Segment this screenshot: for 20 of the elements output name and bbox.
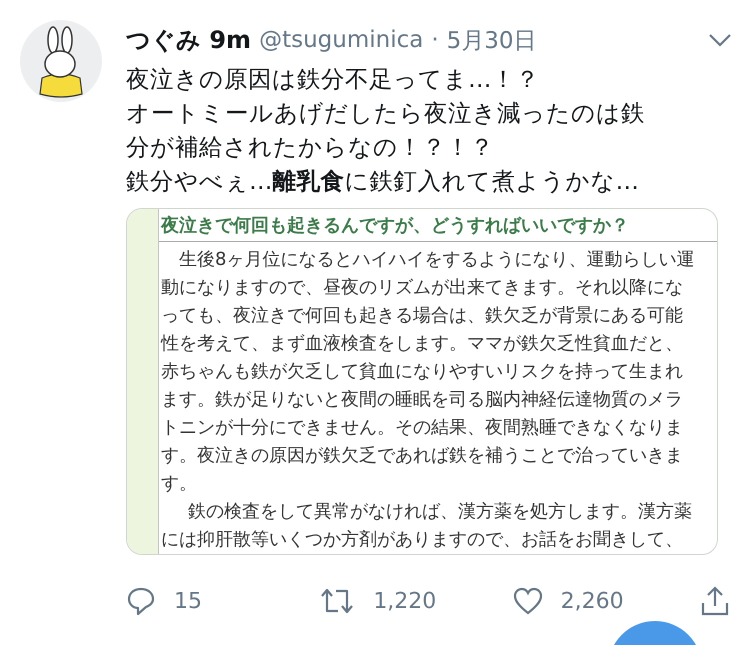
display-name[interactable]: つぐみ 9m	[126, 24, 252, 56]
retweet-count: 1,220	[373, 588, 436, 614]
tweet-text: 鉄分やべぇ…離乳食に鉄釘入れて煮ようかな…	[126, 166, 640, 197]
retweet-icon[interactable]	[319, 586, 356, 616]
share-icon[interactable]	[700, 585, 730, 617]
tweet-text: 夜泣きの原因は鉄分不足ってま…！？	[126, 64, 540, 95]
document-paragraph: 生後8ヶ月位になるとハイハイをするようになり、運動らしい運動になりますので、昼夜のリズムが出来てきます。それ以降になっても、夜泣きで何回も起きる場合は、鉄欠乏が背景にある可能性を考えて、まず血液検査をします。ママが鉄欠乏性貧血だと、赤ちゃんも鉄が欠乏して貧血になりやすいリスクを持って生まれます。鉄が足りないと夜間の睡眠を司る脳内神経伝達物質のメラトニンが十分にできません。その結果、夜間熟睡できなくなります。夜泣きの原因が鉄欠乏であれば鉄を補うことで治っていきます。	[160, 248, 696, 496]
tweet-date[interactable]: 5月30日	[446, 24, 537, 56]
like-count: 2,260	[560, 588, 624, 614]
chevron-down-icon[interactable]	[708, 33, 732, 47]
separator-dot: ·	[431, 27, 439, 53]
speech-bubble-icon[interactable]	[126, 586, 156, 616]
avatar-rabbit-icon[interactable]	[20, 20, 102, 102]
document-paragraph: 鉄の検査をして異常がなければ、漢方薬を処方します。漢方薬には抑肝散等いくつか方剤がありますので、お話をお聞きして、	[160, 500, 693, 552]
reply-count: 15	[174, 588, 202, 614]
attached-document[interactable]	[126, 208, 718, 555]
document-heading: 夜泣きで何回も起きるんですが、どうすればいいですか？	[159, 209, 717, 242]
heart-icon[interactable]	[512, 586, 543, 616]
user-handle[interactable]: @tsuguminica	[259, 27, 424, 53]
tweet-text: オートミールあげだしたら夜泣き減ったのは鉄分が補給されたからなの！？！？	[126, 98, 646, 163]
